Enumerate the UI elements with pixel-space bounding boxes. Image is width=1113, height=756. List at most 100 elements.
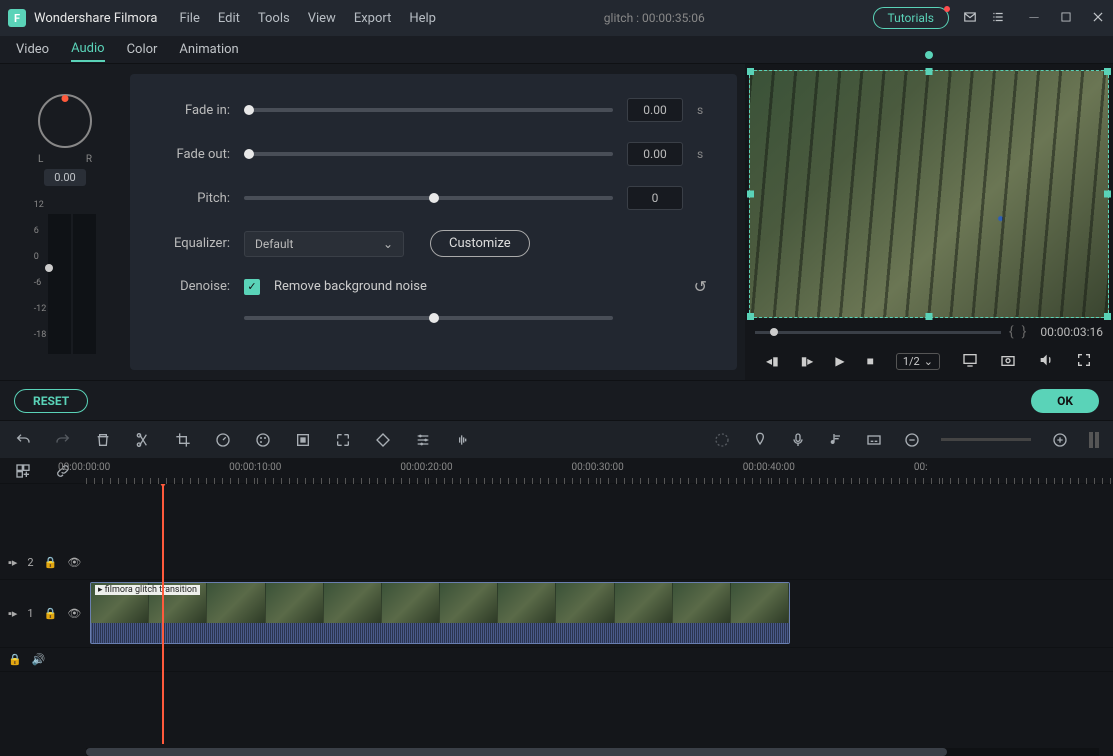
handle-ml[interactable] [747, 191, 754, 198]
green-screen-icon[interactable] [294, 431, 312, 449]
mark-in-icon[interactable]: { [1009, 324, 1014, 340]
tab-audio[interactable]: Audio [71, 37, 104, 62]
volume-icon[interactable] [1038, 352, 1054, 371]
preview-viewport[interactable] [749, 70, 1109, 318]
display-icon[interactable] [962, 352, 978, 371]
track2-video-icon: ▪▸ [8, 556, 17, 569]
track-size-icon[interactable] [1089, 432, 1099, 448]
timeline-hscroll[interactable] [86, 748, 1099, 756]
expand-icon[interactable] [334, 431, 352, 449]
handle-tm[interactable] [926, 68, 933, 75]
undo-icon[interactable] [14, 431, 32, 449]
preview-scrub[interactable] [755, 331, 1001, 334]
keyframe-icon[interactable] [374, 431, 392, 449]
fade-in-value[interactable]: 0.00 [627, 98, 683, 122]
playhead[interactable] [162, 484, 164, 744]
pitch-label: Pitch: [140, 191, 230, 206]
menu-edit[interactable]: Edit [218, 11, 240, 26]
tutorials-button[interactable]: Tutorials [873, 7, 950, 29]
reset-button[interactable]: RESET [14, 389, 88, 413]
timeline-add-icon[interactable] [14, 462, 32, 480]
denoise-checkbox[interactable]: ✓ [244, 279, 260, 295]
track2-lock-icon[interactable]: 🔒 [44, 556, 58, 569]
track2-eye-icon[interactable]: 👁 [67, 556, 81, 569]
audio-wave-icon[interactable] [454, 431, 472, 449]
play-icon[interactable]: ▶ [835, 354, 844, 368]
speed-icon[interactable] [214, 431, 232, 449]
subtitle-icon[interactable] [865, 431, 883, 449]
marker-icon[interactable] [751, 431, 769, 449]
fade-in-slider[interactable] [244, 108, 613, 112]
level-meter-left[interactable] [48, 214, 71, 354]
snapshot-icon[interactable] [1000, 352, 1016, 371]
delete-icon[interactable] [94, 431, 112, 449]
ok-button[interactable]: OK [1031, 389, 1099, 413]
playback-speed[interactable]: 1/2⌄ [896, 353, 940, 370]
zoom-out-icon[interactable] [903, 431, 921, 449]
tab-video[interactable]: Video [16, 38, 49, 61]
stop-icon[interactable]: ■ [867, 354, 874, 368]
denoise-reset-icon[interactable]: ↺ [694, 277, 707, 296]
track1-lock-icon[interactable]: 🔒 [44, 607, 58, 620]
crop-icon[interactable] [174, 431, 192, 449]
mixer-icon[interactable] [827, 431, 845, 449]
handle-tr[interactable] [1104, 68, 1111, 75]
denoise-check-label: Remove background noise [274, 279, 427, 294]
denoise-label: Denoise: [140, 279, 230, 294]
fullscreen-icon[interactable] [1076, 352, 1092, 371]
handle-bm[interactable] [926, 313, 933, 320]
fade-out-value[interactable]: 0.00 [627, 142, 683, 166]
track1-eye-icon[interactable]: 👁 [67, 607, 81, 620]
maximize-icon[interactable] [1059, 10, 1073, 27]
fade-out-slider[interactable] [244, 152, 613, 156]
chevron-down-icon: ⌄ [383, 237, 393, 251]
render-icon[interactable] [713, 431, 731, 449]
audio-track-lock-icon[interactable]: 🔒 [8, 653, 22, 666]
list-icon[interactable] [991, 10, 1005, 27]
mark-out-icon[interactable]: } [1022, 324, 1027, 340]
video-clip[interactable]: ▸ filmora glitch transition [90, 582, 790, 644]
split-icon[interactable] [134, 431, 152, 449]
project-title: glitch : 00:00:35:06 [436, 11, 873, 25]
fade-out-unit: s [697, 147, 707, 161]
track1-video-icon: ▪▸ [8, 607, 17, 620]
menu-export[interactable]: Export [354, 11, 392, 26]
minimize-icon[interactable] [1027, 10, 1041, 27]
zoom-in-icon[interactable] [1051, 431, 1069, 449]
preview-time: 00:00:03:16 [1040, 325, 1103, 339]
handle-bl[interactable] [747, 313, 754, 320]
pan-left-label: L [38, 154, 43, 165]
denoise-slider[interactable] [244, 316, 613, 320]
pitch-value[interactable]: 0 [627, 186, 683, 210]
menu-view[interactable]: View [308, 11, 336, 26]
zoom-slider[interactable] [941, 438, 1031, 441]
timeline-ruler[interactable]: 00:00:00:00 00:00:10:00 00:00:20:00 00:0… [86, 458, 1113, 484]
handle-br[interactable] [1104, 313, 1111, 320]
color-icon[interactable] [254, 431, 272, 449]
pan-right-label: R [86, 154, 92, 165]
menu-help[interactable]: Help [409, 11, 436, 26]
close-icon[interactable] [1091, 10, 1105, 27]
mail-icon[interactable] [963, 10, 977, 27]
pan-knob[interactable] [38, 94, 92, 148]
next-frame-icon[interactable]: ▮▸ [801, 354, 814, 368]
pan-value: 0.00 [44, 169, 85, 186]
fade-in-label: Fade in: [140, 103, 230, 118]
redo-icon[interactable] [54, 431, 72, 449]
handle-mr[interactable] [1104, 191, 1111, 198]
pitch-slider[interactable] [244, 196, 613, 200]
preview-top-marker[interactable] [925, 51, 933, 59]
tab-animation[interactable]: Animation [179, 38, 238, 61]
record-icon[interactable] [789, 431, 807, 449]
prev-frame-icon[interactable]: ◂▮ [766, 354, 779, 368]
adjust-icon[interactable] [414, 431, 432, 449]
equalizer-select[interactable]: Default⌄ [244, 231, 404, 257]
menu-file[interactable]: File [179, 11, 199, 26]
track2-body[interactable] [86, 546, 1113, 579]
menu-tools[interactable]: Tools [258, 11, 290, 26]
handle-tl[interactable] [747, 68, 754, 75]
tab-color[interactable]: Color [127, 38, 158, 61]
audio-track-speaker-icon[interactable]: 🔊 [32, 653, 46, 666]
track1-body[interactable]: ▸ filmora glitch transition [86, 580, 1113, 647]
customize-button[interactable]: Customize [430, 230, 530, 257]
